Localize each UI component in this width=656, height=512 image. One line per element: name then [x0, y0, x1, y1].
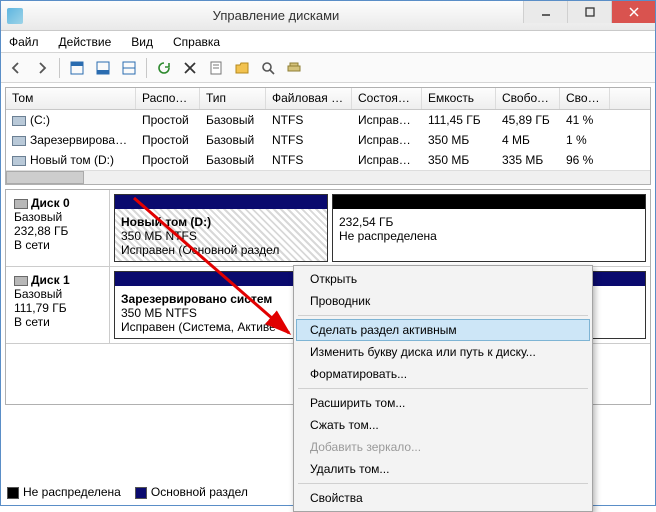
- delete-icon[interactable]: [179, 57, 201, 79]
- ctx-change-letter[interactable]: Изменить букву диска или путь к диску...: [296, 341, 590, 363]
- legend-unallocated-swatch: [7, 487, 19, 499]
- h-scrollbar[interactable]: [6, 170, 650, 184]
- menu-view[interactable]: Вид: [127, 33, 157, 51]
- disk-icon: [14, 199, 28, 209]
- disk-info: Диск 0Базовый232,88 ГБВ сети: [6, 190, 110, 266]
- rescan-icon[interactable]: [257, 57, 279, 79]
- settings-icon[interactable]: [283, 57, 305, 79]
- col-free[interactable]: Свобод...: [496, 88, 560, 109]
- disk-info: Диск 1Базовый111,79 ГБВ сети: [6, 267, 110, 343]
- disk-management-window: Управление дисками Файл Действие Вид Спр…: [0, 0, 656, 506]
- menu-help[interactable]: Справка: [169, 33, 224, 51]
- maximize-button[interactable]: [567, 1, 611, 23]
- refresh-button[interactable]: [153, 57, 175, 79]
- col-volume[interactable]: Том: [6, 88, 136, 109]
- table-row[interactable]: (C:)ПростойБазовыйNTFSИсправен...111,45 …: [6, 110, 650, 130]
- properties-icon[interactable]: [205, 57, 227, 79]
- volume-icon: [12, 156, 26, 166]
- context-menu: Открыть Проводник Сделать раздел активны…: [293, 265, 593, 512]
- ctx-explorer[interactable]: Проводник: [296, 290, 590, 312]
- ctx-add-mirror: Добавить зеркало...: [296, 436, 590, 458]
- disk-icon: [14, 276, 28, 286]
- window-title: Управление дисками: [29, 8, 523, 23]
- menu-action[interactable]: Действие: [55, 33, 116, 51]
- scrollbar-thumb[interactable]: [6, 171, 84, 184]
- table-row[interactable]: Новый том (D:)ПростойБазовыйNTFSИсправен…: [6, 150, 650, 170]
- column-headers[interactable]: Том Располо... Тип Файловая с... Состоян…: [6, 88, 650, 110]
- app-icon: [7, 8, 23, 24]
- titlebar: Управление дисками: [1, 1, 655, 31]
- open-folder-icon[interactable]: [231, 57, 253, 79]
- menu-file[interactable]: Файл: [5, 33, 43, 51]
- col-percent[interactable]: Свобо...: [560, 88, 610, 109]
- ctx-shrink[interactable]: Сжать том...: [296, 414, 590, 436]
- ctx-delete[interactable]: Удалить том...: [296, 458, 590, 480]
- col-layout[interactable]: Располо...: [136, 88, 200, 109]
- menubar: Файл Действие Вид Справка: [1, 31, 655, 53]
- view-bottom-button[interactable]: [92, 57, 114, 79]
- unallocated-space[interactable]: 232,54 ГБНе распределена: [332, 194, 646, 262]
- ctx-format[interactable]: Форматировать...: [296, 363, 590, 385]
- legend: Не распределена Основной раздел: [7, 485, 248, 499]
- col-capacity[interactable]: Емкость: [422, 88, 496, 109]
- view-split-button[interactable]: [118, 57, 140, 79]
- disk-row: Диск 0Базовый232,88 ГБВ сетиНовый том (D…: [6, 190, 650, 267]
- partition[interactable]: Новый том (D:)350 МБ NTFSИсправен (Основ…: [114, 194, 328, 262]
- table-row[interactable]: Зарезервировано...ПростойБазовыйNTFSИспр…: [6, 130, 650, 150]
- legend-unallocated-label: Не распределена: [23, 485, 121, 499]
- col-status[interactable]: Состояние: [352, 88, 422, 109]
- legend-primary-swatch: [135, 487, 147, 499]
- legend-primary-label: Основной раздел: [151, 485, 248, 499]
- view-top-button[interactable]: [66, 57, 88, 79]
- volume-icon: [12, 116, 26, 126]
- back-button[interactable]: [5, 57, 27, 79]
- col-type[interactable]: Тип: [200, 88, 266, 109]
- disk-partitions: Новый том (D:)350 МБ NTFSИсправен (Основ…: [110, 190, 650, 266]
- col-fs[interactable]: Файловая с...: [266, 88, 352, 109]
- toolbar: [1, 53, 655, 83]
- minimize-button[interactable]: [523, 1, 567, 23]
- close-button[interactable]: [611, 1, 655, 23]
- ctx-extend[interactable]: Расширить том...: [296, 392, 590, 414]
- ctx-open[interactable]: Открыть: [296, 268, 590, 290]
- volume-list: Том Располо... Тип Файловая с... Состоян…: [5, 87, 651, 185]
- ctx-make-active[interactable]: Сделать раздел активным: [296, 319, 590, 341]
- volume-icon: [12, 136, 26, 146]
- forward-button[interactable]: [31, 57, 53, 79]
